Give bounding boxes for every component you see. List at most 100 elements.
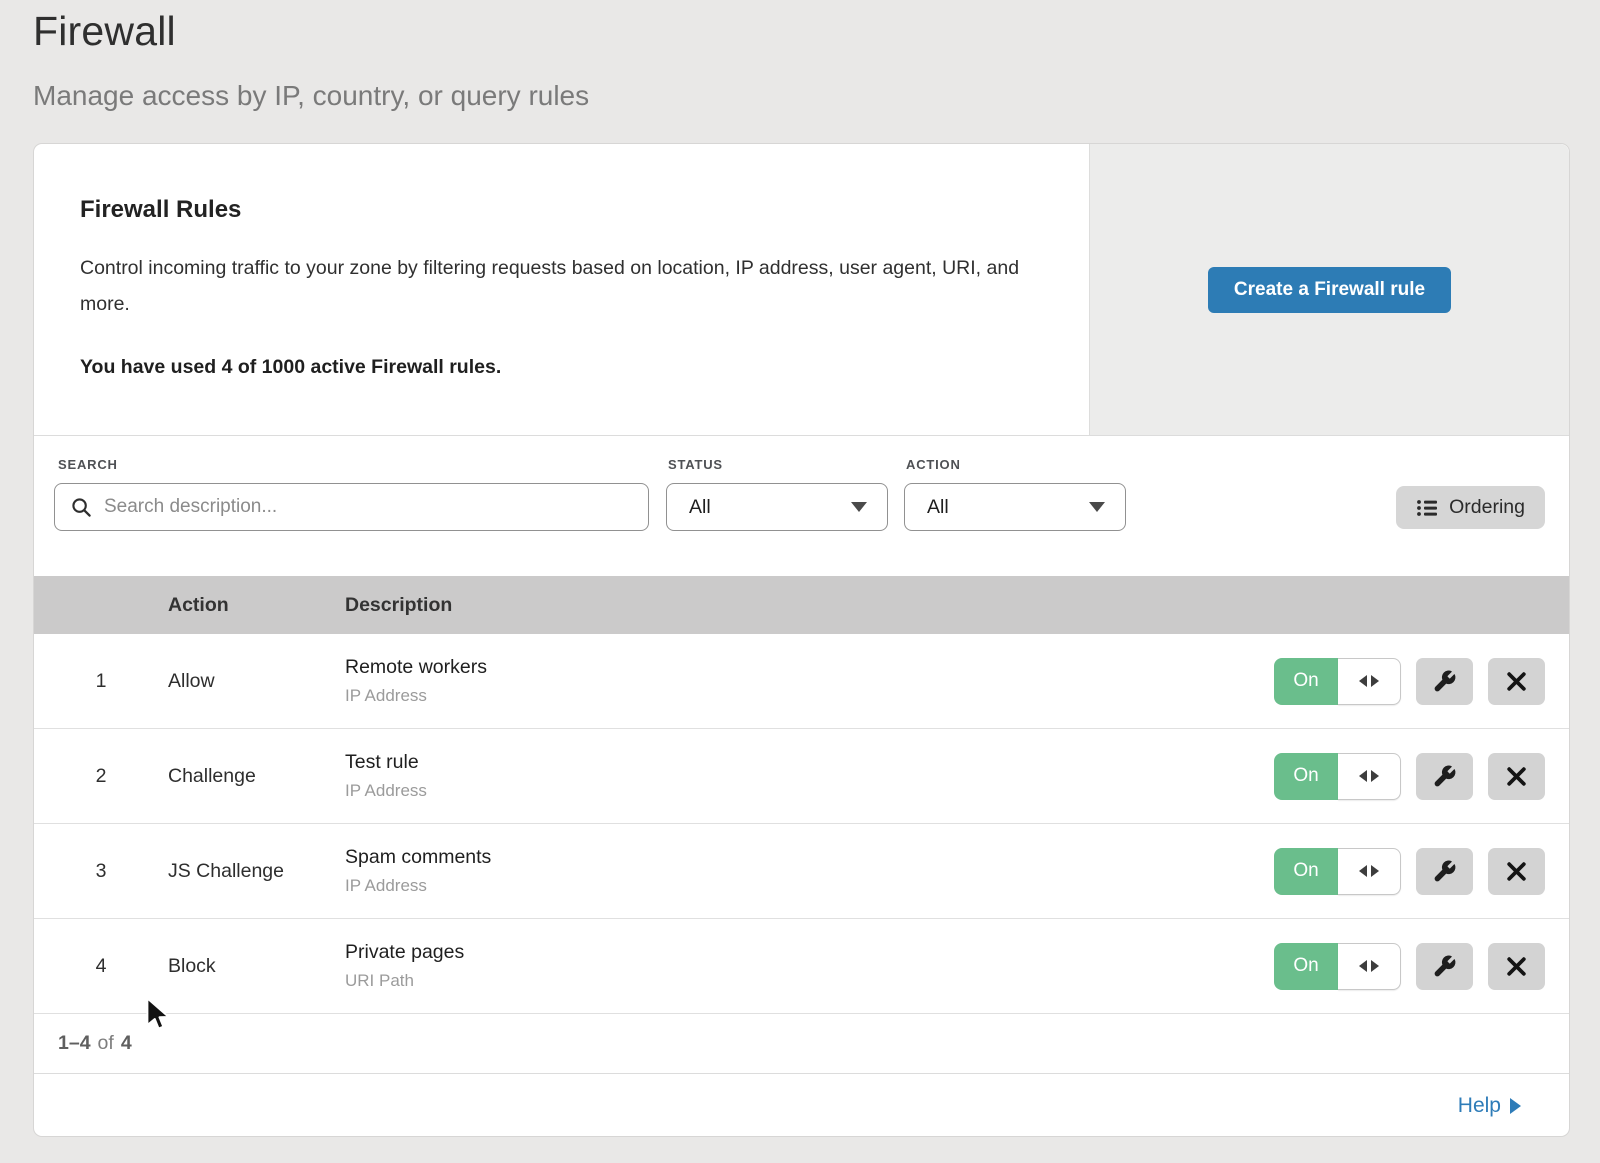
rule-priority: 4	[34, 955, 168, 978]
rule-enabled-toggle[interactable]: On	[1274, 943, 1401, 990]
rule-priority: 2	[34, 765, 168, 788]
help-bar: Help	[34, 1074, 1569, 1138]
toggle-handle	[1338, 848, 1401, 895]
rule-description-cell: Private pages URI Path	[345, 941, 1274, 991]
rules-summary-section: Firewall Rules Control incoming traffic …	[34, 144, 1569, 436]
rule-description: Test rule	[345, 751, 1274, 774]
chevron-down-icon	[1089, 502, 1105, 512]
chevron-down-icon	[851, 502, 867, 512]
search-box	[54, 483, 649, 531]
page-subtitle: Manage access by IP, country, or query r…	[33, 80, 589, 112]
filters-bar: SEARCH STATUS ACTION All All	[34, 436, 1569, 576]
rule-description-cell: Remote workers IP Address	[345, 656, 1274, 706]
table-row: 4 Block Private pages URI Path On	[34, 919, 1569, 1014]
close-icon	[1505, 765, 1528, 788]
close-icon	[1505, 670, 1528, 693]
table-row: 1 Allow Remote workers IP Address On	[34, 634, 1569, 729]
ordering-button[interactable]: Ordering	[1396, 486, 1545, 529]
edit-rule-button[interactable]	[1416, 943, 1473, 990]
help-link[interactable]: Help	[1458, 1094, 1521, 1118]
pagination-of-label: of	[98, 1032, 114, 1055]
page-title: Firewall	[33, 8, 176, 55]
triangle-right-icon	[1371, 675, 1379, 687]
rule-description-cell: Spam comments IP Address	[345, 846, 1274, 896]
firewall-rules-panel: Firewall Rules Control incoming traffic …	[33, 143, 1570, 1137]
rule-description: Private pages	[345, 941, 1274, 964]
delete-rule-button[interactable]	[1488, 848, 1545, 895]
action-select-value: All	[927, 496, 949, 519]
rule-controls: On	[1274, 848, 1545, 895]
rules-usage-note: You have used 4 of 1000 active Firewall …	[80, 356, 1089, 379]
rule-action: Block	[168, 955, 345, 978]
pagination-bar: 1–4 of 4	[34, 1014, 1569, 1074]
triangle-left-icon	[1359, 865, 1367, 877]
delete-rule-button[interactable]	[1488, 658, 1545, 705]
wrench-icon	[1432, 954, 1457, 979]
rule-priority: 3	[34, 860, 168, 883]
close-icon	[1505, 955, 1528, 978]
pagination-total: 4	[121, 1032, 132, 1055]
triangle-left-icon	[1359, 770, 1367, 782]
triangle-right-icon	[1371, 770, 1379, 782]
create-firewall-rule-button[interactable]: Create a Firewall rule	[1208, 267, 1451, 313]
wrench-icon	[1432, 669, 1457, 694]
status-select-value: All	[689, 496, 711, 519]
toggle-handle	[1338, 753, 1401, 800]
rule-match-field: IP Address	[345, 876, 1274, 896]
ordering-list-icon	[1416, 498, 1438, 518]
search-icon	[71, 497, 92, 518]
rule-description: Remote workers	[345, 656, 1274, 679]
triangle-right-icon	[1371, 865, 1379, 877]
rule-controls: On	[1274, 943, 1545, 990]
create-rule-aside: Create a Firewall rule	[1089, 144, 1569, 435]
toggle-on-label: On	[1274, 658, 1338, 705]
pagination-range: 1–4	[58, 1032, 91, 1055]
status-select[interactable]: All	[666, 483, 888, 531]
table-header: Action Description	[34, 576, 1569, 634]
rule-match-field: IP Address	[345, 781, 1274, 801]
rule-priority: 1	[34, 670, 168, 693]
action-select[interactable]: All	[904, 483, 1126, 531]
rules-card-description: Control incoming traffic to your zone by…	[80, 250, 1020, 322]
toggle-on-label: On	[1274, 943, 1338, 990]
toggle-on-label: On	[1274, 753, 1338, 800]
action-label: ACTION	[906, 457, 961, 472]
delete-rule-button[interactable]	[1488, 753, 1545, 800]
edit-rule-button[interactable]	[1416, 658, 1473, 705]
column-header-description: Description	[345, 594, 1569, 617]
rules-card-heading: Firewall Rules	[80, 196, 1089, 224]
rule-match-field: IP Address	[345, 686, 1274, 706]
triangle-left-icon	[1359, 960, 1367, 972]
rule-action: Challenge	[168, 765, 345, 788]
rule-action: JS Challenge	[168, 860, 345, 883]
rules-list: 1 Allow Remote workers IP Address On	[34, 634, 1569, 1014]
arrow-right-icon	[1510, 1098, 1521, 1114]
status-label: STATUS	[668, 457, 723, 472]
table-row: 3 JS Challenge Spam comments IP Address …	[34, 824, 1569, 919]
rule-match-field: URI Path	[345, 971, 1274, 991]
edit-rule-button[interactable]	[1416, 848, 1473, 895]
column-header-action: Action	[168, 594, 345, 617]
rule-enabled-toggle[interactable]: On	[1274, 658, 1401, 705]
rule-description-cell: Test rule IP Address	[345, 751, 1274, 801]
wrench-icon	[1432, 859, 1457, 884]
wrench-icon	[1432, 764, 1457, 789]
rules-summary-text: Firewall Rules Control incoming traffic …	[34, 144, 1089, 435]
search-input[interactable]	[102, 495, 648, 519]
ordering-button-label: Ordering	[1449, 496, 1525, 519]
rule-controls: On	[1274, 658, 1545, 705]
rule-enabled-toggle[interactable]: On	[1274, 753, 1401, 800]
triangle-right-icon	[1371, 960, 1379, 972]
search-label: SEARCH	[58, 457, 118, 472]
edit-rule-button[interactable]	[1416, 753, 1473, 800]
table-row: 2 Challenge Test rule IP Address On	[34, 729, 1569, 824]
close-icon	[1505, 860, 1528, 883]
rule-action: Allow	[168, 670, 345, 693]
triangle-left-icon	[1359, 675, 1367, 687]
rule-enabled-toggle[interactable]: On	[1274, 848, 1401, 895]
delete-rule-button[interactable]	[1488, 943, 1545, 990]
toggle-on-label: On	[1274, 848, 1338, 895]
help-link-label: Help	[1458, 1094, 1501, 1118]
rule-description: Spam comments	[345, 846, 1274, 869]
toggle-handle	[1338, 943, 1401, 990]
